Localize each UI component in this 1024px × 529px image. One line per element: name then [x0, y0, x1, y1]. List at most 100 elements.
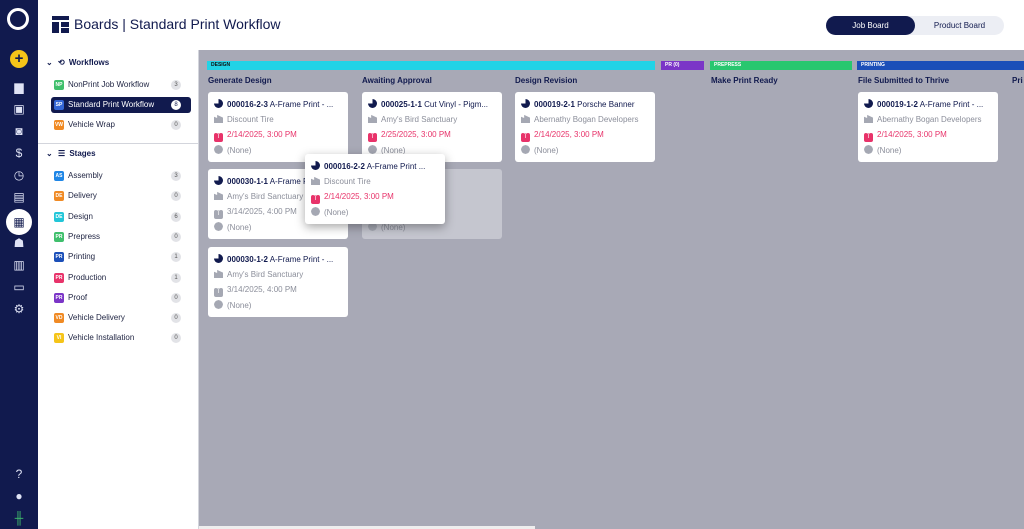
job-card[interactable]: 000030-1-2 A-Frame Print - ... Amy's Bird…: [208, 247, 348, 317]
logo-icon[interactable]: [7, 8, 29, 30]
due-date-text: 2/25/2025, 3:00 PM: [381, 130, 451, 139]
sidebar-item-label: Standard Print Workflow: [68, 100, 155, 109]
stage-badge: DE: [54, 211, 64, 222]
sidebar-item-nonprint-job-workflow[interactable]: NP NonPrint Job Workflow 3: [51, 77, 191, 93]
table-icon[interactable]: ◙: [10, 122, 28, 140]
user-icon: [214, 222, 223, 231]
count-badge: 0: [171, 313, 181, 324]
job-number: 000016-2-3: [227, 100, 268, 109]
help-icon[interactable]: ?: [10, 465, 28, 483]
card-title: 000016-2-2 A-Frame Print ...: [311, 161, 441, 171]
sidebar-item-label: Printing: [68, 252, 96, 262]
sidebar-item-vehicle-delivery[interactable]: VD Vehicle Delivery 0: [51, 310, 191, 326]
sidebar-item-standard-print-workflow[interactable]: SP Standard Print Workflow 8: [51, 97, 191, 113]
sidebar-item-label: Vehicle Installation: [68, 333, 135, 343]
count-badge: 0: [171, 292, 181, 303]
user-icon: [214, 300, 223, 309]
status-icon[interactable]: ╫: [10, 509, 28, 527]
card-title: 000019-2-1 Porsche Banner: [521, 99, 651, 109]
clipboard-icon[interactable]: ▥: [10, 256, 28, 274]
job-card[interactable]: 000025-1-1 Cut Vinyl - Pigm... Amy's Bird…: [362, 92, 502, 162]
card-due-date: T 2/25/2025, 3:00 PM: [368, 130, 498, 142]
sidebar-item-proof[interactable]: PR Proof 0: [51, 290, 191, 306]
stage-badge: NP: [54, 80, 64, 90]
card-due-date: T 2/14/2025, 3:00 PM: [311, 192, 441, 204]
building-icon: [521, 114, 530, 123]
assignee-name: (None): [877, 146, 902, 155]
count-badge: 1: [171, 252, 181, 263]
people-icon[interactable]: ☗: [10, 234, 28, 252]
sidebar-item-design[interactable]: DE Design 6: [51, 209, 191, 225]
card-customer: Abernathy Bogan Developers: [864, 114, 994, 124]
card-assignee: (None): [864, 145, 994, 155]
calendar-icon: T: [214, 133, 223, 142]
due-date-text: 2/14/2025, 3:00 PM: [877, 130, 947, 139]
add-icon[interactable]: +: [10, 50, 28, 68]
card-customer: Amy's Bird Sanctuary: [368, 114, 498, 124]
card-assignee: (None): [214, 300, 344, 310]
user-icon[interactable]: ●: [10, 487, 28, 505]
sidebar-item-vehicle-wrap[interactable]: VW Vehicle Wrap 0: [51, 117, 191, 133]
product-board-tab[interactable]: Product Board: [915, 16, 1004, 35]
job-status-icon: [368, 99, 377, 108]
job-card[interactable]: 000016-2-2 A-Frame Print ... Discount Tir…: [305, 154, 445, 224]
due-date-text: 2/14/2025, 3:00 PM: [227, 130, 297, 139]
job-status-icon: [864, 99, 873, 108]
assignee-name: (None): [534, 146, 559, 155]
sidebar-item-assembly[interactable]: AS Assembly 3: [51, 168, 191, 184]
gear-icon[interactable]: ⚙: [10, 300, 28, 318]
workflows-header[interactable]: ⌄ ⟲ Workflows: [46, 58, 109, 67]
stage-bar-printing[interactable]: PRINTING: [857, 61, 1024, 70]
sidebar-item-label: NonPrint Job Workflow: [68, 80, 150, 89]
calendar-icon[interactable]: ▣: [10, 100, 28, 118]
inbox-icon[interactable]: ▭: [10, 278, 28, 296]
chevron-down-icon[interactable]: ⌄: [46, 58, 53, 67]
stage-bar-design[interactable]: DESIGN: [207, 61, 655, 70]
card-title: 000019-1-2 A-Frame Print - ...: [864, 99, 994, 109]
document-icon[interactable]: ▤: [10, 188, 28, 206]
count-badge: 1: [171, 272, 181, 283]
card-assignee: (None): [311, 207, 441, 217]
card-due-date: T 2/14/2025, 3:00 PM: [864, 130, 994, 142]
job-name: Cut Vinyl - Pigm...: [424, 100, 489, 109]
stage-badge: VW: [54, 120, 64, 130]
boards-icon[interactable]: ▦: [10, 213, 28, 231]
chart-icon[interactable]: ▆: [10, 78, 28, 96]
count-badge: 6: [171, 211, 181, 222]
card-due-date: T 3/14/2025, 4:00 PM: [214, 285, 344, 297]
card-customer: Amy's Bird Sanctuary: [214, 269, 344, 279]
sidebar-item-vehicle-installation[interactable]: VI Vehicle Installation 0: [51, 330, 191, 346]
job-status-icon: [214, 254, 223, 263]
assignee-name: (None): [227, 146, 252, 155]
job-number: 000025-1-1: [381, 100, 422, 109]
stage-badge: PR: [54, 292, 64, 303]
job-status-icon: [521, 99, 530, 108]
count-badge: 3: [171, 171, 181, 181]
job-card[interactable]: 000016-2-3 A-Frame Print - ... Discount T…: [208, 92, 348, 162]
clock-icon[interactable]: ◷: [10, 166, 28, 184]
chevron-down-icon[interactable]: ⌄: [46, 149, 53, 158]
card-assignee: (None): [521, 145, 651, 155]
workflow-icon: ⟲: [57, 58, 65, 67]
job-card[interactable]: 000019-1-2 A-Frame Print - ... Abernathy …: [858, 92, 998, 162]
building-icon: [311, 176, 320, 185]
sidebar-item-label: Prepress: [68, 231, 101, 241]
job-board-tab[interactable]: Job Board: [826, 16, 915, 35]
stage-bar-prepress[interactable]: PREPRESS: [710, 61, 852, 70]
dollar-icon[interactable]: $: [10, 144, 28, 162]
sidebar-item-label: Production: [68, 272, 107, 282]
stage-bar-proof[interactable]: PR (0): [661, 61, 704, 70]
sidebar-item-delivery[interactable]: DE Delivery 0: [51, 188, 191, 204]
job-status-icon: [214, 99, 223, 108]
sidebar-item-production[interactable]: PR Production 1: [51, 270, 191, 286]
sidebar-item-printing[interactable]: PR Printing 1: [51, 249, 191, 265]
count-badge: 3: [171, 80, 181, 90]
column-title: Generate Design: [208, 76, 272, 85]
stages-header[interactable]: ⌄ ☰ Stages: [46, 149, 96, 158]
sidebar-item-prepress[interactable]: PR Prepress 0: [51, 229, 191, 245]
sidebar-item-label: Assembly: [68, 171, 103, 180]
stage-badge: PR: [54, 231, 64, 242]
due-date-text: 2/14/2025, 3:00 PM: [534, 130, 604, 139]
job-name: Porsche Banner: [577, 100, 635, 109]
job-card[interactable]: 000019-2-1 Porsche Banner Abernathy Bogan…: [515, 92, 655, 162]
